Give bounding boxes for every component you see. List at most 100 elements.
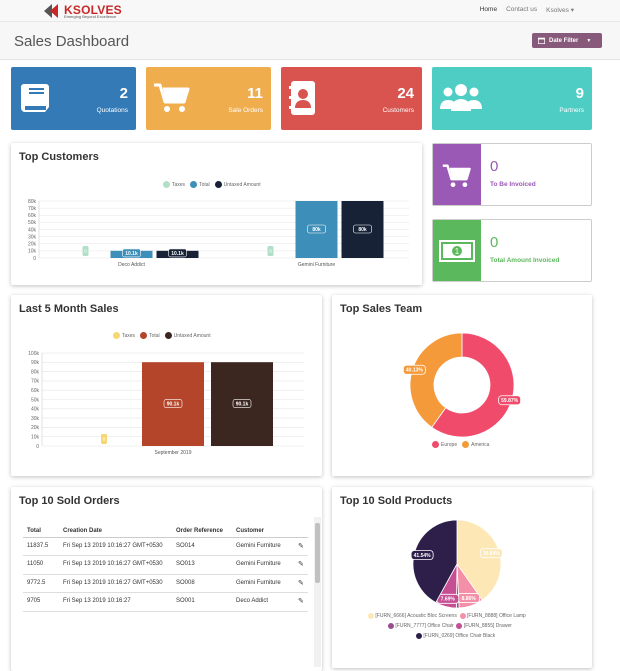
total-invoiced-icon-box: 1 <box>433 220 481 281</box>
partners-count: 9 <box>575 85 584 102</box>
x-tick-label: Gemini Furniture <box>298 262 335 268</box>
nav-contact-link[interactable]: Contact us <box>506 6 537 14</box>
orders-scrollbar[interactable] <box>314 517 321 667</box>
edit-icon[interactable]: ✎ <box>294 555 308 575</box>
legend-item-europe[interactable]: Europe <box>432 441 457 448</box>
top-sold-products-chart: 39.84% 8.86% 7.69% 41.54% <box>410 519 503 609</box>
y-tick-label: 0 <box>33 256 36 262</box>
brand-logo[interactable]: KSOLVES Emerging Beyond Excellence <box>44 2 122 20</box>
sale-orders-count: 11 <box>247 85 263 102</box>
top-customers-chart: 80k70k60k50k40k30k20k10k0Deco Addict0 10.… <box>28 199 409 268</box>
column-header-creation-date[interactable]: Creation Date <box>59 525 172 538</box>
table-row[interactable]: 11050 Fri Sep 13 2019 10:16:27 GMT+0530 SO… <box>23 555 308 575</box>
cell-creation-date: Fri Sep 13 2019 10:16:27 <box>59 592 172 612</box>
y-tick-label: 90k <box>31 360 40 366</box>
y-tick-label: 70k <box>28 206 37 212</box>
pie-data-label: 40.13% <box>406 368 424 374</box>
pie-data-label: 41.54% <box>414 553 432 559</box>
quotations-label: Quotations <box>96 107 128 114</box>
y-tick-label: 0 <box>36 444 39 450</box>
address-book-icon <box>289 81 315 115</box>
table-row[interactable]: 9772.5 Fri Sep 13 2019 10:16:27 GMT+0530 S… <box>23 574 308 594</box>
quotations-count: 2 <box>119 85 128 102</box>
sale-orders-card[interactable]: 11 Sale Orders <box>146 67 271 130</box>
svg-text:1: 1 <box>455 247 460 256</box>
y-tick-label: 30k <box>28 234 37 240</box>
cell-creation-date: Fri Sep 13 2019 10:16:27 GMT+0530 <box>59 537 172 557</box>
legend-item-drawer[interactable]: [FURN_8855] Drawer <box>456 622 512 629</box>
partners-card[interactable]: 9 Partners <box>432 67 592 130</box>
customers-card[interactable]: 24 Customers <box>281 67 422 130</box>
customers-label: Customers <box>382 107 414 114</box>
legend-item-america[interactable]: America <box>462 441 489 448</box>
column-header-total[interactable]: Total <box>23 525 59 538</box>
y-tick-label: 80k <box>31 369 40 375</box>
top-sales-team-panel: Top Sales Team 59.87% 40.13% Europe Ameri… <box>332 295 592 476</box>
bar-data-label: 80k <box>358 227 367 233</box>
legend-item-taxes[interactable]: Taxes <box>113 332 135 339</box>
logo-icon <box>44 3 62 19</box>
orders-table-header: Total Creation Date Order Reference Cust… <box>23 525 308 538</box>
column-header-order-reference[interactable]: Order Reference <box>172 525 232 538</box>
user-menu[interactable]: Ksolves ▾ <box>546 6 574 14</box>
table-row[interactable]: 9705 Fri Sep 13 2019 10:16:27 SO001 Deco Ad… <box>23 592 308 612</box>
edit-icon[interactable]: ✎ <box>294 592 308 612</box>
table-row[interactable]: 11837.5 Fri Sep 13 2019 10:16:27 GMT+0530… <box>23 537 308 557</box>
sale-orders-label: Sale Orders <box>228 107 263 114</box>
to-be-invoiced-icon-box <box>433 144 481 205</box>
legend-item-total[interactable]: Total <box>190 181 210 188</box>
cell-creation-date: Fri Sep 13 2019 10:16:27 GMT+0530 <box>59 555 172 575</box>
legend-item-taxes[interactable]: Taxes <box>163 181 185 188</box>
pie-data-label: 59.87% <box>501 398 519 404</box>
date-filter-button[interactable]: Date Filter ▼ <box>532 33 602 48</box>
legend-item-untaxed[interactable]: Untaxed Amount <box>214 181 261 188</box>
users-icon <box>440 84 482 111</box>
money-icon: 1 <box>439 240 475 262</box>
top-sold-products-title: Top 10 Sold Products <box>340 495 453 507</box>
y-tick-label: 50k <box>31 397 40 403</box>
x-tick-label: September 2019 <box>155 450 192 456</box>
cart-icon <box>154 83 190 112</box>
x-tick-label: Deco Addict <box>118 262 145 268</box>
legend-item-office-chair-black[interactable]: [FURN_0269] Office Chair Black <box>416 632 495 639</box>
to-be-invoiced-value: 0 <box>490 158 499 175</box>
page-title: Sales Dashboard <box>14 33 130 50</box>
column-header-customer[interactable]: Customer <box>232 525 294 538</box>
top-sales-team-title: Top Sales Team <box>340 303 423 315</box>
cell-order-reference: SO013 <box>172 555 232 575</box>
y-tick-label: 80k <box>28 199 37 205</box>
legend-item-office-lamp[interactable]: [FURN_8888] Office Lamp <box>459 612 526 619</box>
y-tick-label: 10k <box>28 249 37 255</box>
y-tick-label: 30k <box>31 416 40 422</box>
cell-order-reference: SO008 <box>172 574 232 594</box>
edit-icon[interactable]: ✎ <box>294 537 308 557</box>
top-customers-title: Top Customers <box>19 151 99 163</box>
customers-count: 24 <box>397 85 414 102</box>
bar-data-label: 80k <box>312 227 321 233</box>
cart-icon <box>442 164 471 188</box>
cell-total: 9772.5 <box>23 574 59 594</box>
bar-data-label: 90.1k <box>236 402 249 408</box>
top-sales-team-chart: 59.87% 40.13% <box>402 332 522 438</box>
legend-item-total[interactable]: Total <box>140 332 160 339</box>
cell-total: 11050 <box>23 555 59 575</box>
edit-icon[interactable]: ✎ <box>294 574 308 594</box>
cell-customer: Gemini Furniture <box>232 574 294 594</box>
cell-creation-date: Fri Sep 13 2019 10:16:27 GMT+0530 <box>59 574 172 594</box>
legend-item-untaxed[interactable]: Untaxed Amount <box>164 332 211 339</box>
pie-data-label: 7.69% <box>441 597 456 603</box>
scrollbar-thumb[interactable] <box>315 523 320 583</box>
y-tick-label: 50k <box>28 220 37 226</box>
cell-customer: Gemini Furniture <box>232 537 294 557</box>
legend-item-office-chair[interactable]: [FURN_7777] Office Chair <box>388 622 454 629</box>
to-be-invoiced-card[interactable]: 0 To Be Invoiced <box>432 143 592 206</box>
nav-home-link[interactable]: Home <box>480 6 497 14</box>
legend-item-acoustic-bloc[interactable]: [FURN_6666] Acoustic Bloc Screens <box>368 612 457 619</box>
pie-data-label: 39.84% <box>483 551 501 557</box>
bar-data-label: 90.1k <box>167 402 180 408</box>
top-sold-orders-title: Top 10 Sold Orders <box>19 495 120 507</box>
quotations-card[interactable]: 2 Quotations <box>11 67 136 130</box>
y-tick-label: 100k <box>28 351 39 357</box>
total-invoiced-card[interactable]: 1 0 Total Amount Invoiced <box>432 219 592 282</box>
y-tick-label: 40k <box>31 407 40 413</box>
